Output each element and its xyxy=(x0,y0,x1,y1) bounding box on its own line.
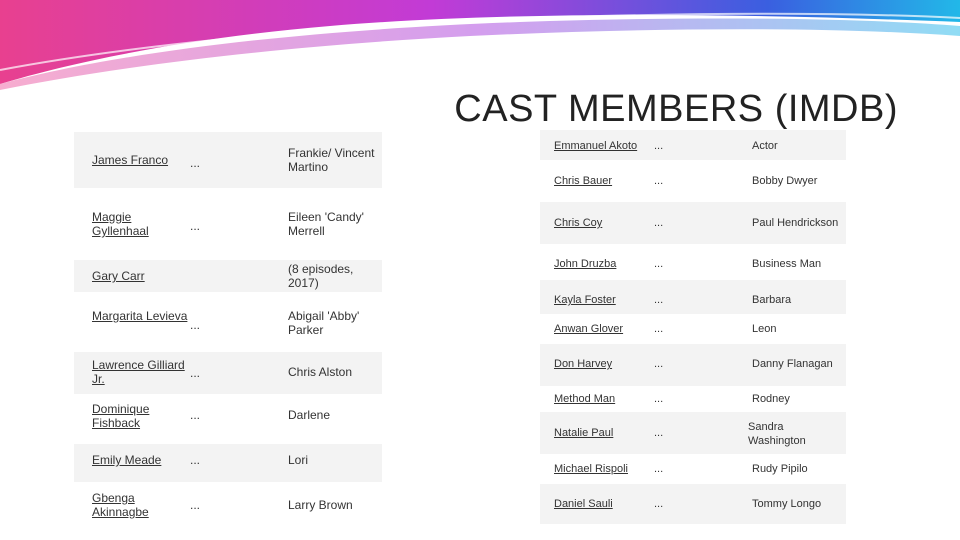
character-name: Darlene xyxy=(288,408,331,422)
table-row: Margarita Levieva ... Abigail 'Abby' Par… xyxy=(74,292,382,352)
ellipsis-text: ... xyxy=(654,140,664,152)
ellipsis-text: ... xyxy=(654,258,664,270)
page-title: CAST MEMBERS (IMDB) xyxy=(454,88,898,130)
character-name: Eileen 'Candy' Merrell xyxy=(288,210,364,238)
table-row: Lawrence Gilliard Jr. ... Chris Alston xyxy=(74,352,382,394)
cast-name-link[interactable]: Michael Rispoli xyxy=(554,462,650,476)
ellipsis-text: ... xyxy=(190,408,201,422)
table-row: Daniel Sauli ... Tommy Longo xyxy=(540,484,846,524)
table-row: Gbenga Akinnagbe ... Larry Brown xyxy=(74,482,382,526)
ellipsis-text: ... xyxy=(654,463,664,475)
cast-name-link[interactable]: Emmanuel Akoto xyxy=(554,139,650,153)
character-name: Frankie/ Vincent Martino xyxy=(288,146,375,174)
cast-name-link[interactable]: Chris Bauer xyxy=(554,174,650,188)
ellipsis-text: ... xyxy=(190,318,201,332)
table-row: James Franco ... Frankie/ Vincent Martin… xyxy=(74,132,382,188)
character-name: Bobby Dwyer xyxy=(752,175,818,187)
table-row: Chris Bauer ... Bobby Dwyer xyxy=(540,160,846,202)
ellipsis-text: ... xyxy=(190,219,201,233)
cast-name-link[interactable]: Maggie Gyllenhaal xyxy=(92,210,188,238)
character-name: Actor xyxy=(752,140,778,152)
character-name: Chris Alston xyxy=(288,365,353,379)
cast-name-link[interactable]: Dominique Fishback xyxy=(92,402,188,430)
table-row: Don Harvey ... Danny Flanagan xyxy=(540,344,846,386)
ellipsis-text: ... xyxy=(654,393,664,405)
cast-table-left: James Franco ... Frankie/ Vincent Martin… xyxy=(74,132,382,526)
ellipsis-text: ... xyxy=(654,175,664,187)
cast-name-link[interactable]: Chris Coy xyxy=(554,216,650,230)
table-row: Natalie Paul ... Sandra Washington xyxy=(540,412,846,454)
table-row: Anwan Glover ... Leon xyxy=(540,314,846,344)
table-row: Chris Coy ... Paul Hendrickson xyxy=(540,202,846,244)
table-row: Kayla Foster ... Barbara xyxy=(540,280,846,314)
table-row: Method Man ... Rodney xyxy=(540,386,846,412)
table-row: Dominique Fishback ... Darlene xyxy=(74,394,382,444)
cast-name-link[interactable]: Margarita Levieva xyxy=(92,309,188,323)
ellipsis-text: ... xyxy=(654,323,664,335)
ellipsis-text: ... xyxy=(654,217,664,229)
table-row: Emmanuel Akoto ... Actor xyxy=(540,130,846,160)
cast-name-link[interactable]: Don Harvey xyxy=(554,357,650,371)
table-row: Maggie Gyllenhaal ... Eileen 'Candy' Mer… xyxy=(74,188,382,260)
cast-name-link[interactable]: Gary Carr xyxy=(92,269,188,283)
ellipsis-text: ... xyxy=(190,498,201,512)
table-row: Michael Rispoli ... Rudy Pipilo xyxy=(540,454,846,484)
ellipsis-text: ... xyxy=(190,156,201,170)
ellipsis-text: ... xyxy=(190,366,201,380)
character-name: Leon xyxy=(752,323,777,335)
character-name: (8 episodes, 2017) xyxy=(288,262,354,290)
character-name: Larry Brown xyxy=(288,498,353,512)
cast-name-link[interactable]: Lawrence Gilliard Jr. xyxy=(92,358,190,386)
ellipsis-text: ... xyxy=(654,498,664,510)
character-name: Sandra Washington xyxy=(748,421,806,447)
character-name: Lori xyxy=(288,453,309,467)
cast-name-link[interactable]: Natalie Paul xyxy=(554,426,650,440)
character-name: Barbara xyxy=(752,294,792,306)
character-name: Rodney xyxy=(752,393,790,405)
character-name: Business Man xyxy=(752,258,822,270)
ellipsis-text: ... xyxy=(654,358,664,370)
character-name: Paul Hendrickson xyxy=(752,217,839,229)
cast-name-link[interactable]: Anwan Glover xyxy=(554,322,650,336)
character-name: Abigail 'Abby' Parker xyxy=(288,309,360,337)
table-row: Emily Meade ... Lori xyxy=(74,444,382,482)
cast-name-link[interactable]: Gbenga Akinnagbe xyxy=(92,491,188,519)
cast-name-link[interactable]: Method Man xyxy=(554,392,650,406)
character-name: Rudy Pipilo xyxy=(752,463,808,475)
cast-table-right: Emmanuel Akoto ... Actor Chris Bauer ...… xyxy=(540,130,846,524)
ellipsis-text: ... xyxy=(654,427,664,439)
cast-name-link[interactable]: John Druzba xyxy=(554,257,650,271)
character-name: Tommy Longo xyxy=(752,498,822,510)
ellipsis-text: ... xyxy=(654,294,664,306)
cast-name-link[interactable]: Emily Meade xyxy=(92,453,188,467)
table-row: Gary Carr (8 episodes, 2017) xyxy=(74,260,382,292)
cast-name-link[interactable]: James Franco xyxy=(92,153,188,167)
ellipsis-text: ... xyxy=(190,453,201,467)
decorative-swoosh xyxy=(0,0,960,90)
table-row: John Druzba ... Business Man xyxy=(540,244,846,280)
cast-name-link[interactable]: Daniel Sauli xyxy=(554,497,650,511)
cast-name-link[interactable]: Kayla Foster xyxy=(554,293,650,307)
character-name: Danny Flanagan xyxy=(752,358,833,370)
